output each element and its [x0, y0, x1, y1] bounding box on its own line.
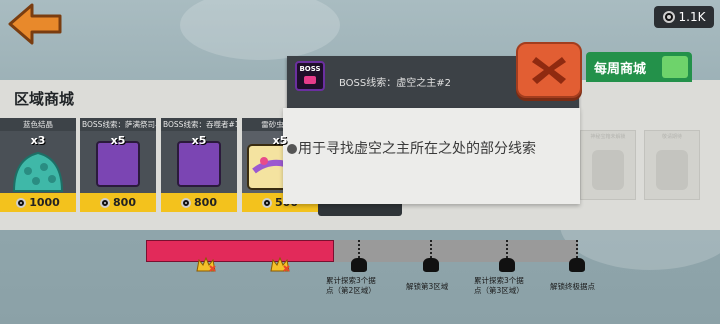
coin-icon [100, 197, 111, 208]
boss-clue-icon: BOSS [295, 61, 325, 91]
milestone-icon [569, 258, 585, 272]
currency-amount: 1.1K [678, 10, 706, 24]
milestone-label: 累计探索3个据 点（第3区域） [474, 276, 524, 296]
boss-scroll-icon [177, 141, 221, 187]
milestone-text: 点（第2区域） [326, 286, 376, 295]
coin-icon [181, 197, 192, 208]
buy-price-button[interactable]: 1000 [0, 193, 76, 212]
milestone-text: 累计探索3个据 [326, 276, 376, 285]
close-icon [532, 57, 566, 84]
weekly-tab-label: 每周商城 [594, 61, 647, 77]
shop-title: 区域商城 [14, 90, 75, 108]
milestone-chain [576, 240, 578, 258]
item-image: x3 [0, 131, 76, 193]
milestone-chain [506, 240, 508, 258]
shop-item-blue-crystal[interactable]: 蓝色结晶 x3 1000 [0, 118, 76, 212]
item-count: x5 [191, 134, 207, 147]
progress-fill [146, 240, 334, 262]
milestone-chain [430, 240, 432, 258]
tab-weekly-shop[interactable]: 每周商城 [586, 52, 692, 82]
milestone-icon [499, 258, 515, 272]
milestone-text: 点（第3区域） [474, 286, 524, 295]
locked-item-silhouette [592, 150, 624, 190]
locked-slot: 敬请期待 [644, 130, 700, 200]
shop-item-boss-clue-devourer[interactable]: BOSS线索：吞噬者#1 x5 800 [161, 118, 237, 212]
coin-icon [262, 197, 273, 208]
boss-scroll-icon [96, 141, 140, 187]
boss-icon-text: BOSS [299, 65, 321, 73]
item-image: x5 [161, 131, 237, 193]
milestone-text: 解锁终极据点 [550, 282, 595, 291]
item-count: x5 [110, 134, 126, 147]
milestone-icon [423, 258, 439, 272]
item-price: 800 [113, 196, 136, 209]
coin-icon [662, 11, 675, 23]
milestone-label: 累计探索3个据 点（第2区域） [326, 276, 376, 296]
milestone-chain [358, 240, 360, 258]
crown-icon [270, 256, 290, 272]
locked-slot: 神秘宝箱未解锁 [580, 130, 636, 200]
popup-body: 用于寻找虚空之主所在之处的部分线索 [283, 108, 580, 204]
popup-description-text: 用于寻找虚空之主所在之处的部分线索 [298, 141, 536, 157]
buy-price-button[interactable]: 800 [80, 193, 156, 212]
crown-icon [196, 256, 216, 272]
milestone-label: 解锁终极据点 [550, 282, 595, 292]
popup-description: 用于寻找虚空之主所在之处的部分线索 [287, 138, 536, 158]
milestone-text: 累计探索3个据 [474, 276, 524, 285]
item-count: x5 [272, 134, 288, 147]
back-arrow-button[interactable] [6, 2, 64, 46]
item-label: BOSS线索：吞噬者#1 [161, 118, 237, 131]
item-label: BOSS线索：萨满祭司#2 [80, 118, 156, 131]
item-price: 800 [194, 196, 217, 209]
currency-display: 1.1K [654, 6, 714, 28]
item-image: x5 [80, 131, 156, 193]
weekly-shop-icon [662, 56, 688, 78]
item-count: x3 [30, 134, 46, 147]
slot-label: 敬请期待 [661, 134, 682, 140]
popup-title: BOSS线索：虚空之主#2 [339, 78, 451, 89]
boss-mark [304, 76, 316, 84]
buy-price-button[interactable]: 800 [161, 193, 237, 212]
milestone-icon [351, 258, 367, 272]
item-label: 蓝色结晶 [0, 118, 76, 131]
close-button[interactable] [516, 42, 582, 98]
slot-label: 神秘宝箱未解锁 [590, 134, 626, 140]
shop-item-boss-clue-shaman[interactable]: BOSS线索：萨满祭司#2 x5 800 [80, 118, 156, 212]
coin-icon [16, 197, 27, 208]
locked-item-silhouette [656, 150, 688, 190]
item-price: 1000 [29, 196, 60, 209]
milestone-text: 解锁第3区域 [406, 282, 449, 291]
milestone-label: 解锁第3区域 [406, 282, 448, 292]
